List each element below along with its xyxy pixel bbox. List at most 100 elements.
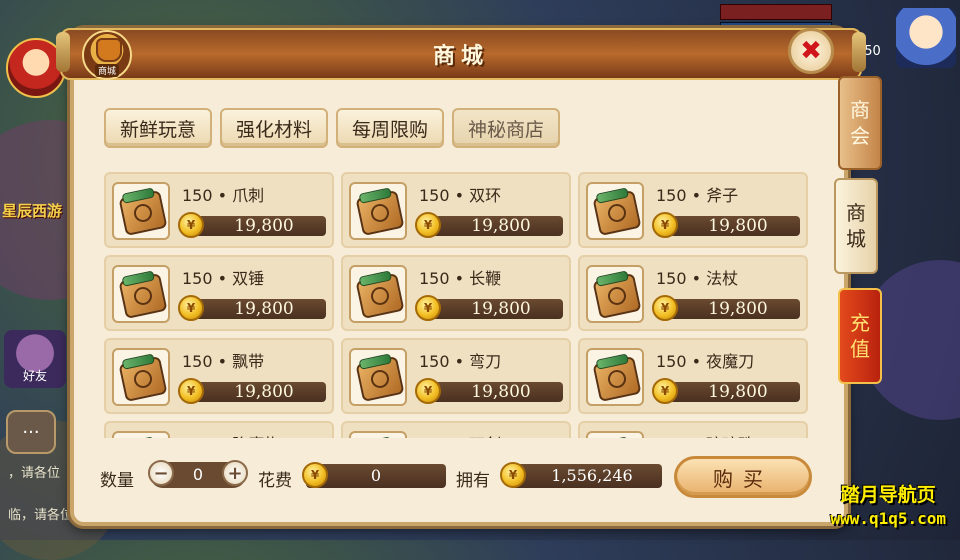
item-list[interactable]: 150 • 爪刺 19,800 ¥150 • 双环 19,800 ¥150 • 斧子 19…	[104, 172, 812, 438]
gold-coin-icon: ¥	[652, 378, 678, 404]
item-title: 飘带	[232, 352, 265, 371]
shop-item-card[interactable]: 150 • 夜魔刀 19,800 ¥	[578, 338, 808, 414]
player-avatar[interactable]	[896, 8, 956, 68]
dialog-header: 商城 商城 ✖	[56, 28, 866, 80]
shop-item-card[interactable]: 150 • 降魔杵	[104, 421, 334, 438]
item-title: 双环	[469, 186, 502, 205]
item-title: 斧子	[706, 186, 739, 205]
shop-item-card[interactable]: 150 • 双环 19,800 ¥	[341, 172, 571, 248]
site-watermark: 踏月导航页 www.q1q5.com	[830, 480, 946, 528]
side-tab-label: 充	[850, 311, 870, 335]
buy-button[interactable]: 购买	[674, 456, 812, 498]
shop-item-card[interactable]: 150 • 弯刀 19,800 ¥	[341, 338, 571, 414]
shop-dialog: 商城 商城 ✖ 新鲜玩意 强化材料 每周限购 神秘商店 150 • 爪刺 19,8…	[56, 28, 866, 526]
item-price: 19,800	[660, 299, 800, 319]
increase-button[interactable]: +	[222, 460, 248, 486]
close-button[interactable]: ✖	[788, 28, 834, 74]
side-tab-label: 城	[846, 227, 866, 251]
gold-coin-icon: ¥	[415, 295, 441, 321]
item-name: 150 • 法杖	[656, 269, 739, 288]
item-title: 双剑	[469, 435, 501, 438]
gold-coin-icon: ¥	[178, 378, 204, 404]
item-level: 150	[656, 352, 687, 371]
item-level: 150	[419, 435, 450, 438]
side-tab-label: 会	[850, 124, 870, 148]
item-name: 150 • 斧子	[656, 186, 739, 205]
item-title: 长鞭	[469, 269, 502, 288]
shop-item-card[interactable]: 150 • 斧子 19,800 ¥	[578, 172, 808, 248]
item-name: 150 • 降魔杵	[182, 431, 280, 438]
scroll-icon	[349, 265, 407, 323]
shop-item-card[interactable]: 150 • 飘带 19,800 ¥	[104, 338, 334, 414]
tab-enhance-materials[interactable]: 强化材料	[220, 108, 329, 148]
gold-coin-icon: ¥	[652, 212, 678, 238]
item-title: 爪刺	[232, 186, 265, 205]
shop-item-card[interactable]: 150 • 琉璃珠	[578, 421, 808, 438]
scroll-icon	[349, 182, 407, 240]
dialog-title: 商城	[432, 44, 489, 69]
purchase-footer: 数量 0 − + 花费 0 ¥ 拥有 1,556,246 ¥ 购买	[100, 456, 840, 498]
friends-button[interactable]: 好友	[4, 330, 66, 388]
scroll-icon	[112, 431, 170, 438]
item-price: 19,800	[660, 382, 800, 402]
side-tab-recharge[interactable]: 充 值	[838, 288, 882, 384]
item-name: 150 • 双环	[419, 186, 502, 205]
item-name: 150 • 双剑	[419, 431, 501, 438]
item-name: 150 • 弯刀	[419, 352, 502, 371]
scroll-icon	[112, 265, 170, 323]
gold-coin-icon: ¥	[415, 212, 441, 238]
chat-line: ，请各位	[8, 466, 61, 481]
close-icon: ✖	[800, 36, 822, 66]
item-price: 19,800	[423, 382, 563, 402]
item-level: 150	[419, 269, 450, 288]
tab-weekly-limited[interactable]: 每周限购	[336, 108, 445, 148]
shop-item-card[interactable]: 150 • 双锤 19,800 ¥	[104, 255, 334, 331]
badge-label: 商城	[94, 64, 119, 77]
quantity-label: 数量	[100, 471, 134, 491]
shop-item-card[interactable]: 150 • 法杖 19,800 ¥	[578, 255, 808, 331]
scroll-icon	[586, 348, 644, 406]
category-tabs: 新鲜玩意 强化材料 每周限购 神秘商店	[104, 108, 561, 148]
item-title: 夜魔刀	[706, 352, 755, 371]
scroll-icon	[112, 182, 170, 240]
item-name: 150 • 夜魔刀	[656, 352, 755, 371]
scroll-icon	[586, 431, 644, 438]
item-level: 150	[656, 186, 687, 205]
item-name: 150 • 双锤	[182, 269, 265, 288]
owned-label: 拥有	[456, 471, 490, 491]
item-price: 19,800	[423, 299, 563, 319]
shop-item-card[interactable]: 150 • 双剑	[341, 421, 571, 438]
watermark-url: www.q1q5.com	[830, 509, 946, 528]
gold-coin-icon: ¥	[302, 462, 328, 488]
gold-coin-icon: ¥	[652, 295, 678, 321]
item-title: 双锤	[232, 269, 265, 288]
shop-item-card[interactable]: 150 • 长鞭 19,800 ¥	[341, 255, 571, 331]
item-name: 150 • 爪刺	[182, 186, 265, 205]
item-level: 150	[656, 435, 687, 438]
chat-line: 临，请各位	[8, 508, 74, 523]
item-name: 150 • 琉璃珠	[656, 431, 754, 438]
item-price: 19,800	[186, 382, 326, 402]
item-level: 150	[419, 352, 450, 371]
tab-novelties[interactable]: 新鲜玩意	[104, 108, 213, 148]
side-tab-chamber[interactable]: 商 会	[838, 76, 882, 170]
watermark-title: 踏月导航页	[840, 484, 936, 506]
item-level: 150	[419, 186, 450, 205]
tab-mystery-shop[interactable]: 神秘商店	[452, 108, 561, 148]
hp-bar	[720, 4, 832, 20]
item-price: 19,800	[186, 299, 326, 319]
gold-coin-icon: ¥	[178, 295, 204, 321]
item-title: 降魔杵	[232, 435, 280, 438]
bg-banner-text: 星辰西游	[2, 202, 63, 220]
scroll-icon	[349, 431, 407, 438]
decrease-button[interactable]: −	[148, 460, 174, 486]
item-level: 150	[656, 269, 687, 288]
item-level: 150	[182, 186, 213, 205]
chat-button[interactable]: ···	[6, 410, 56, 454]
gold-coin-icon: ¥	[415, 378, 441, 404]
side-tab-label: 值	[850, 337, 870, 361]
side-tab-mall[interactable]: 商 城	[834, 178, 878, 274]
item-price: 19,800	[186, 216, 326, 236]
gold-coin-icon: ¥	[178, 212, 204, 238]
shop-item-card[interactable]: 150 • 爪刺 19,800 ¥	[104, 172, 334, 248]
